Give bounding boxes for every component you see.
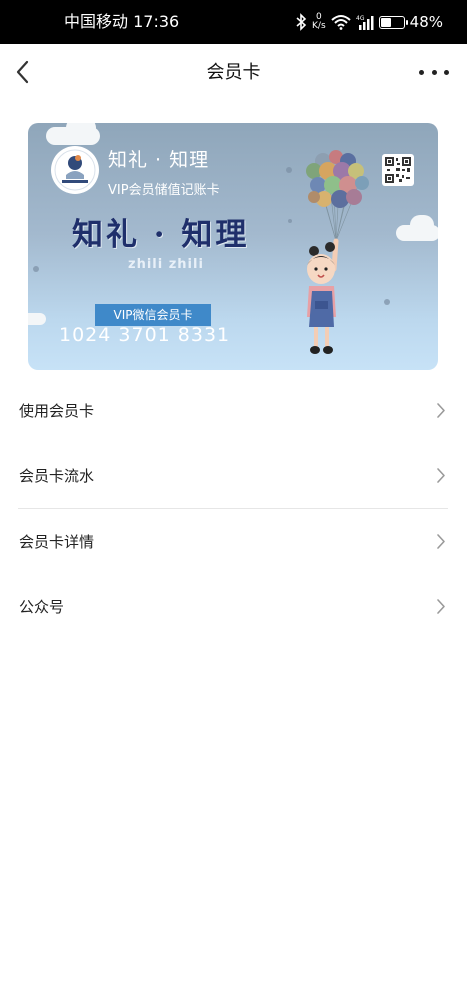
menu-item-label: 会员卡流水	[19, 467, 95, 485]
more-dots-icon	[419, 69, 424, 75]
more-button[interactable]	[419, 60, 449, 84]
more-dot	[444, 69, 449, 75]
card-title-large: 知礼 · 知理	[72, 217, 250, 253]
carrier-time: 中国移动 17:36	[64, 12, 180, 31]
more-dot	[431, 69, 437, 75]
chevron-right-icon	[437, 599, 445, 614]
brand-logo	[51, 146, 99, 194]
battery-percent: 48%	[409, 13, 443, 31]
card-pinyin: zhili zhili	[128, 257, 204, 272]
logo-icon	[54, 149, 96, 191]
network-type-label: 4G	[356, 15, 365, 22]
menu-item-official-account[interactable]: 公众号	[0, 574, 467, 639]
card-brand-name: 知礼 · 知理	[108, 149, 210, 171]
balloon-girl-illustration	[306, 150, 369, 354]
member-card[interactable]: 知礼 · 知理 VIP会员储值记账卡 知礼 · 知理 zhili zhili V…	[28, 123, 438, 370]
wifi-icon	[330, 15, 351, 30]
status-bar: 中国移动 17:36 0 K/s 4G 48%	[0, 0, 467, 44]
chevron-right-icon	[437, 468, 445, 483]
page-title: 会员卡	[206, 62, 261, 83]
chevron-right-icon	[437, 534, 445, 549]
battery-icon	[378, 15, 408, 29]
nav-bar: 会员卡	[0, 44, 467, 102]
network-speed: 0 K/s	[312, 13, 326, 31]
menu-item-card-details[interactable]: 会员卡详情	[0, 509, 467, 574]
menu-item-use-card[interactable]: 使用会员卡	[0, 378, 467, 443]
card-number: 1024 3701 8331	[59, 324, 231, 346]
battery-level-fill	[380, 17, 391, 27]
bluetooth-icon	[296, 13, 307, 31]
menu-item-label: 公众号	[19, 598, 65, 616]
chevron-right-icon	[437, 403, 445, 418]
menu-item-card-transactions[interactable]: 会员卡流水	[0, 443, 467, 508]
signal-icon: 4G	[356, 15, 374, 30]
menu-item-label: 会员卡详情	[19, 533, 95, 551]
cloud-decoration	[66, 123, 96, 139]
card-subtitle: VIP会员储值记账卡	[108, 183, 220, 198]
status-icons: 0 K/s 4G 48%	[295, 0, 443, 44]
network-speed-unit: K/s	[312, 21, 326, 31]
cloud-decoration	[28, 313, 46, 325]
dot-decoration	[33, 266, 39, 272]
menu-item-label: 使用会员卡	[19, 402, 95, 420]
cloud-decoration	[410, 215, 434, 235]
card-type-badge: VIP微信会员卡	[95, 304, 211, 326]
member-card-menu: 使用会员卡 会员卡流水 会员卡详情 公众号	[0, 378, 467, 639]
